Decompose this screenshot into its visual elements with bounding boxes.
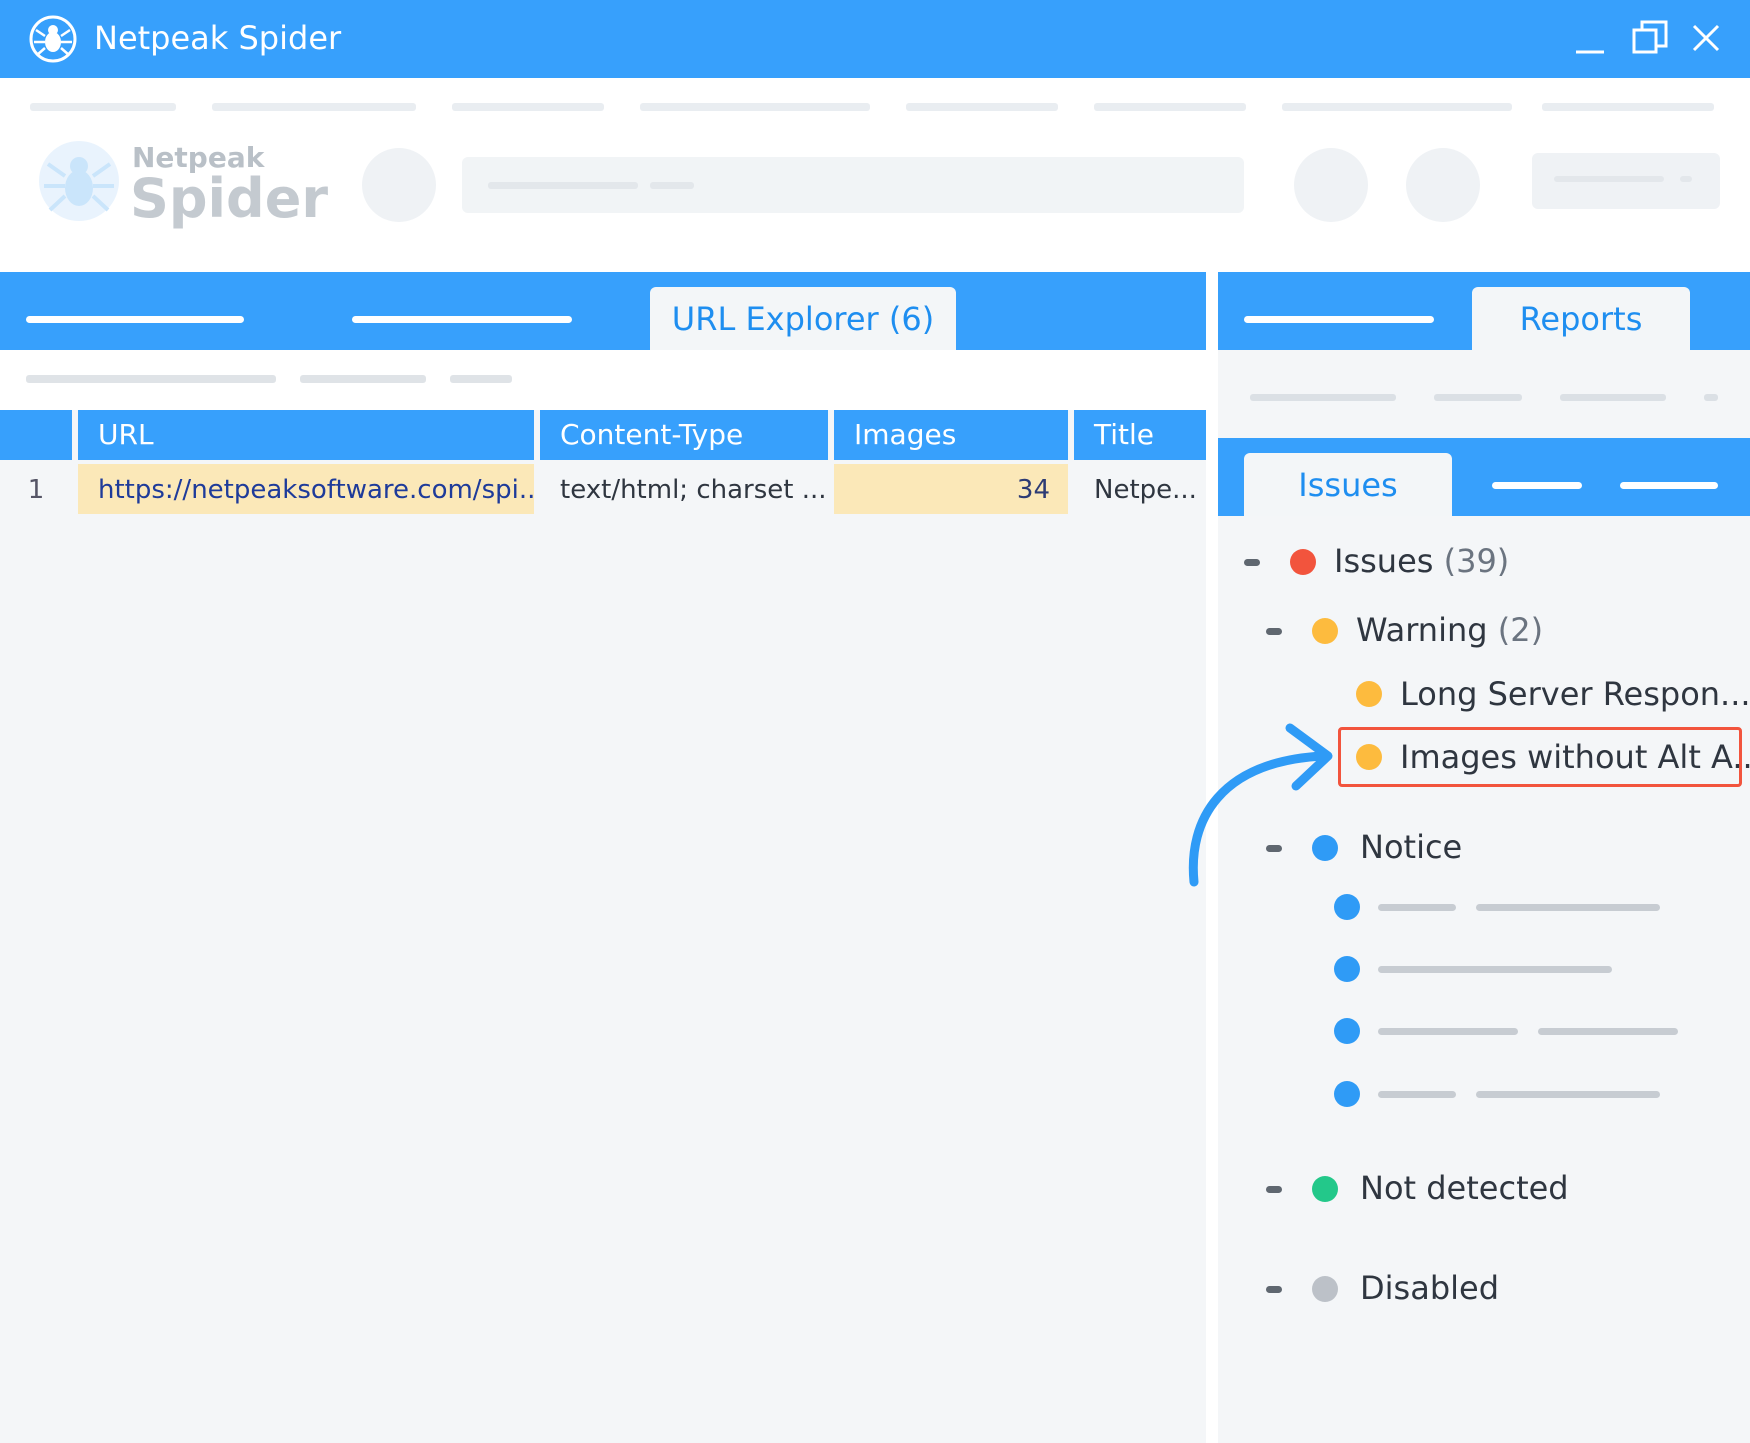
tree-item-warning[interactable]: Warning (2) xyxy=(1356,610,1543,650)
minimize-icon[interactable] xyxy=(1568,16,1612,60)
tab-reports[interactable]: Reports xyxy=(1472,287,1690,350)
warning-status-dot-icon xyxy=(1312,618,1338,644)
menu-placeholder[interactable] xyxy=(1542,103,1714,111)
notice-status-dot-icon xyxy=(1334,1018,1360,1044)
cell-url[interactable]: https://netpeaksoftware.com/spi... xyxy=(78,464,534,514)
dropdown-placeholder xyxy=(1554,176,1664,182)
menu-placeholder[interactable] xyxy=(906,103,1058,111)
disabled-status-dot-icon xyxy=(1312,1276,1338,1302)
toolbar-placeholder[interactable] xyxy=(1704,394,1718,401)
menu-placeholder[interactable] xyxy=(1094,103,1246,111)
restore-icon[interactable] xyxy=(1628,16,1672,60)
toolbar-round-button[interactable] xyxy=(1294,148,1368,222)
tab-issues[interactable]: Issues xyxy=(1244,453,1452,516)
collapse-icon[interactable] xyxy=(1266,1286,1282,1293)
toolbar-round-button[interactable] xyxy=(1406,148,1480,222)
close-icon[interactable] xyxy=(1684,16,1728,60)
tree-item-long-server-response[interactable]: Long Server Respon... xyxy=(1400,674,1750,714)
tree-item-placeholder[interactable] xyxy=(1378,966,1612,973)
brand-name-big: Spider xyxy=(130,167,328,230)
tree-item-images-without-alt[interactable]: Images without Alt A... xyxy=(1400,737,1750,777)
app-title: Netpeak Spider xyxy=(94,19,342,57)
toolbar-placeholder[interactable] xyxy=(1250,394,1396,401)
tree-item-placeholder[interactable] xyxy=(1538,1028,1678,1035)
warning-status-dot-icon xyxy=(1356,681,1382,707)
tab-placeholder[interactable] xyxy=(1620,482,1718,489)
toolbar-placeholder[interactable] xyxy=(1560,394,1666,401)
left-tab-bar xyxy=(0,272,1206,350)
tree-item-disabled[interactable]: Disabled xyxy=(1360,1268,1499,1308)
pointer-arrow-icon xyxy=(1188,723,1333,887)
column-header-url[interactable]: URL xyxy=(78,410,534,460)
menu-placeholder[interactable] xyxy=(30,103,176,111)
tab-url-explorer[interactable]: URL Explorer (6) xyxy=(650,287,956,350)
url-input-placeholder xyxy=(488,182,638,189)
notice-status-dot-icon xyxy=(1334,1081,1360,1107)
menu-placeholder[interactable] xyxy=(452,103,604,111)
tree-item-placeholder[interactable] xyxy=(1378,1091,1456,1098)
column-header-content-type[interactable]: Content-Type xyxy=(540,410,828,460)
collapse-icon[interactable] xyxy=(1266,628,1282,635)
menu-placeholder[interactable] xyxy=(640,103,870,111)
start-button-placeholder[interactable] xyxy=(362,148,436,222)
cell-images[interactable]: 34 xyxy=(834,464,1068,514)
url-input-placeholder xyxy=(650,182,694,189)
spider-brand-icon xyxy=(39,141,119,221)
notice-status-dot-icon xyxy=(1312,835,1338,861)
tree-item-placeholder[interactable] xyxy=(1476,904,1660,911)
cell-content-type[interactable]: text/html; charset ... xyxy=(540,464,828,514)
spider-logo-icon xyxy=(29,15,77,63)
collapse-icon[interactable] xyxy=(1266,1186,1282,1193)
menu-placeholder[interactable] xyxy=(212,103,416,111)
toolbar-placeholder[interactable] xyxy=(1434,394,1522,401)
cell-title[interactable]: Netpe... xyxy=(1074,464,1206,514)
filter-placeholder[interactable] xyxy=(300,375,426,383)
tab-placeholder[interactable] xyxy=(26,316,244,323)
notice-status-dot-icon xyxy=(1334,894,1360,920)
tab-placeholder[interactable] xyxy=(1244,316,1434,323)
notice-status-dot-icon xyxy=(1334,956,1360,982)
tab-placeholder[interactable] xyxy=(352,316,572,323)
row-number: 1 xyxy=(0,464,72,514)
tree-item-notice[interactable]: Notice xyxy=(1360,827,1462,867)
filter-placeholder[interactable] xyxy=(26,375,276,383)
column-header-images[interactable]: Images xyxy=(834,410,1068,460)
collapse-icon[interactable] xyxy=(1266,845,1282,852)
dropdown-placeholder xyxy=(1680,176,1692,182)
filter-placeholder[interactable] xyxy=(450,375,512,383)
not-detected-status-dot-icon xyxy=(1312,1176,1338,1202)
tree-item-issues[interactable]: Issues (39) xyxy=(1334,541,1509,581)
collapse-icon[interactable] xyxy=(1244,559,1260,566)
menu-placeholder[interactable] xyxy=(1282,103,1512,111)
tab-placeholder[interactable] xyxy=(1492,482,1582,489)
column-header-title[interactable]: Title xyxy=(1074,410,1206,460)
tree-item-placeholder[interactable] xyxy=(1476,1091,1660,1098)
error-status-dot-icon xyxy=(1290,549,1316,575)
tree-item-placeholder[interactable] xyxy=(1378,1028,1518,1035)
tree-item-not-detected[interactable]: Not detected xyxy=(1360,1168,1569,1208)
tree-item-placeholder[interactable] xyxy=(1378,904,1456,911)
column-header-number[interactable] xyxy=(0,410,72,460)
